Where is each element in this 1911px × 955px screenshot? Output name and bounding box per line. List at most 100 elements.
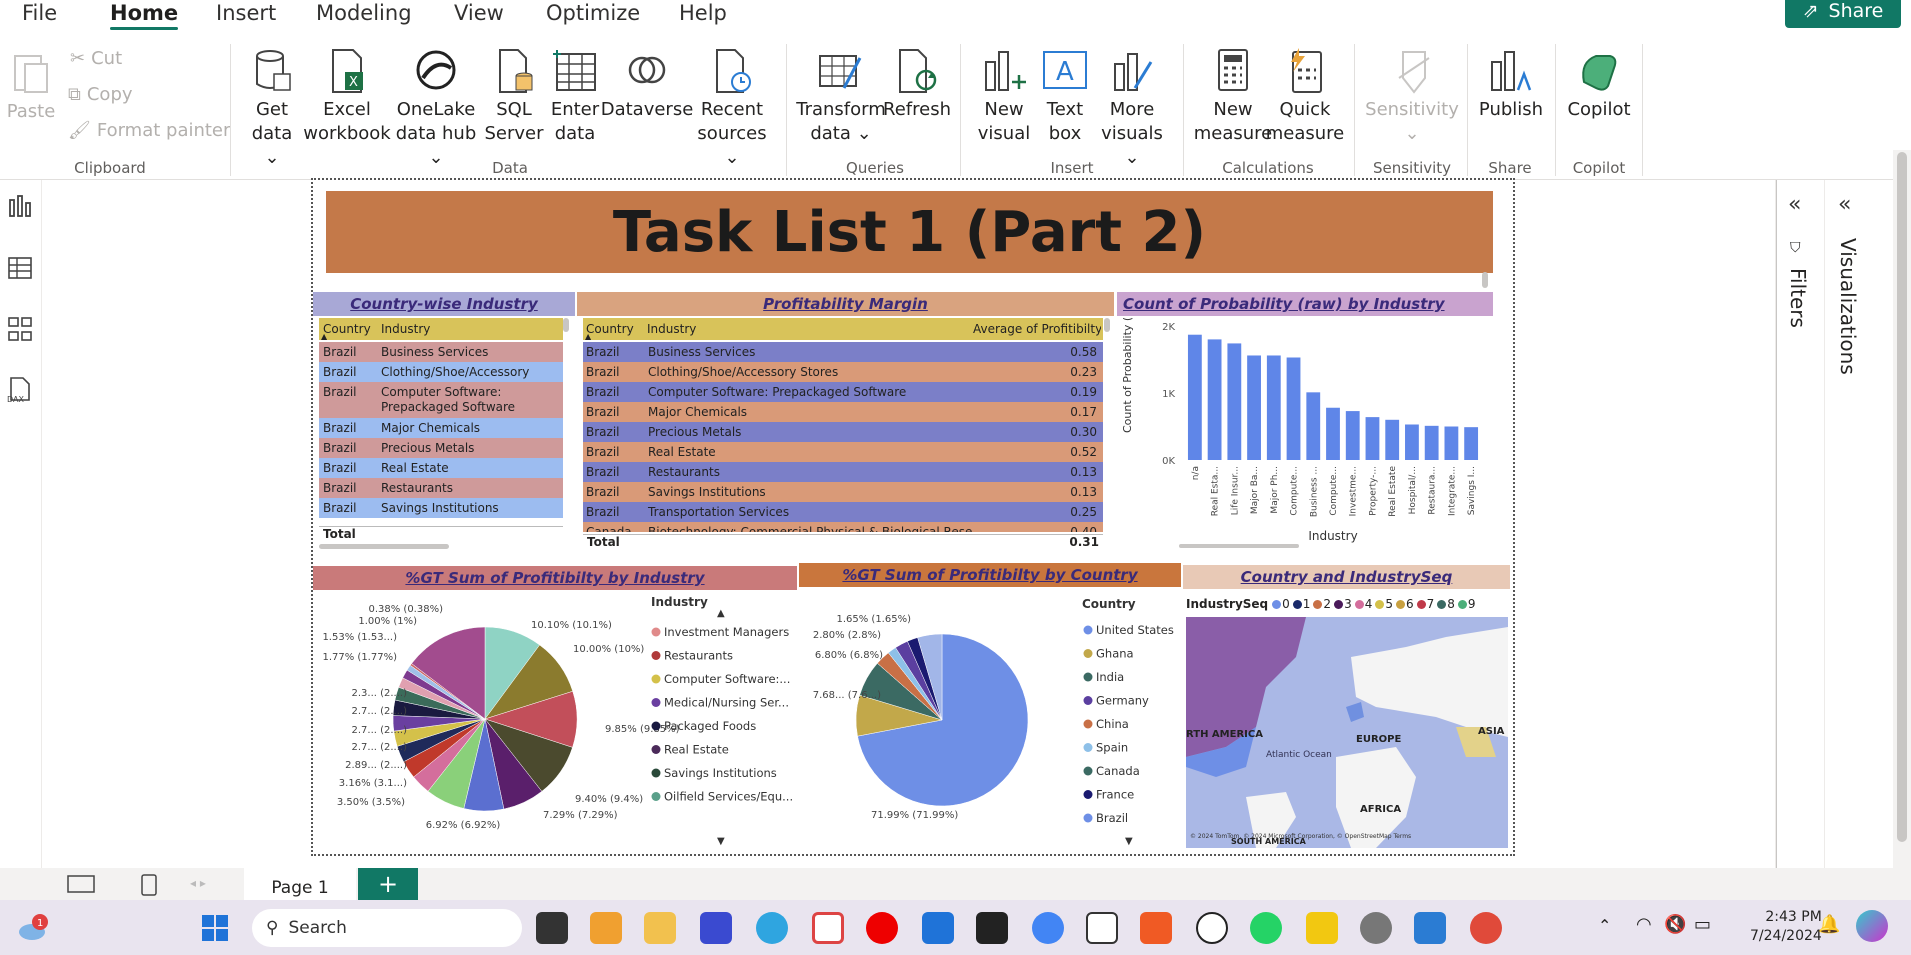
brave-icon[interactable] [1140,912,1172,944]
column-header-country[interactable]: Country [319,322,379,336]
sql-server-button[interactable]: SQL Server [484,48,544,146]
onelake-data-hub-button[interactable]: OneLake data hub ⌄ [390,48,482,170]
paste-button[interactable]: Paste [7,50,55,124]
table-row[interactable]: Brazil Restaurants [319,478,563,498]
model-view-icon[interactable] [7,316,33,342]
vscode-icon[interactable] [922,912,954,944]
column-header-industry[interactable]: Industry [645,322,973,336]
windows-start-icon[interactable] [202,915,230,943]
horizontal-scrollbar[interactable] [1179,544,1299,548]
bar[interactable] [1385,419,1400,460]
jetbrains-icon[interactable] [976,912,1008,944]
menu-file[interactable]: File [22,0,57,26]
sublime-icon[interactable] [590,912,622,944]
mobile-layout-icon[interactable] [140,874,158,896]
chatgpt-icon[interactable] [1196,912,1228,944]
cut-button[interactable]: ✂ Cut [70,48,122,69]
bar[interactable] [1464,427,1479,460]
bar[interactable] [1187,334,1202,460]
battery-icon[interactable]: ▭ [1694,914,1711,935]
legend-item[interactable]: Investment Managers [664,625,789,639]
legend-item[interactable]: United States [1096,623,1174,637]
map-visual[interactable]: RTH AMERICA EUROPE ASIA AFRICA Atlantic … [1186,617,1508,848]
bar[interactable] [1306,392,1321,460]
recent-sources-button[interactable]: Recent sources ⌄ [692,48,772,170]
more-visuals-button[interactable]: More visuals ⌄ [1094,48,1170,170]
table-row[interactable]: Brazil Real Estate [319,458,563,478]
legend-item[interactable]: Computer Software:... [664,672,790,686]
legend-item[interactable]: Medical/Nursing Ser... [664,696,789,710]
map-legend-item[interactable]: 1 [1292,597,1310,611]
map-legend-item[interactable]: 2 [1313,597,1331,611]
column-header-average-profitibilty[interactable]: Average of Profitibilty [973,322,1101,336]
whatsapp-icon[interactable] [1250,912,1282,944]
map-legend-item[interactable]: 5 [1375,597,1393,611]
bar[interactable] [1286,357,1301,460]
map-legend-item[interactable]: 3 [1334,597,1352,611]
bar[interactable] [1207,339,1222,460]
menu-modeling[interactable]: Modeling [316,0,412,26]
dax-query-icon[interactable]: DAX [7,376,33,404]
opera-icon[interactable] [866,912,898,944]
copilot-taskbar-icon[interactable] [1856,910,1888,942]
menu-help[interactable]: Help [679,0,727,26]
table-row[interactable]: Brazil Computer Software: Prepackaged Sof… [319,382,563,418]
text-box-button[interactable]: A Text box [1040,48,1090,146]
copilot-button[interactable]: Copilot [1562,48,1636,122]
legend-item[interactable]: Savings Institutions [664,766,777,780]
table-row[interactable]: Brazil Restaurants 0.13 [583,462,1103,482]
table-row[interactable]: Brazil Transportation Services 0.25 [583,502,1103,522]
format-painter-button[interactable]: 🖌 Format painter [68,120,230,141]
enter-data-button[interactable]: Enter data [548,48,602,146]
legend-item[interactable]: Ghana [1096,647,1134,661]
table-scrollbar[interactable] [1104,318,1110,332]
page-nav-arrows[interactable]: ◂ ▸ [190,876,206,890]
table-row[interactable]: Brazil Computer Software: Prepackaged Sof… [583,382,1103,402]
notification-bell-icon[interactable]: 🔔 [1818,914,1840,935]
bar[interactable] [1365,417,1380,460]
wifi-icon[interactable]: ◠ [1636,914,1652,935]
transform-data-button[interactable]: Transform data ⌄ [796,48,886,146]
table-row[interactable]: Brazil Precious Metals 0.30 [583,422,1103,442]
settings-icon[interactable] [1360,912,1392,944]
horizontal-scrollbar[interactable] [319,544,449,549]
bar[interactable] [1345,411,1360,460]
table-row[interactable]: Brazil Real Estate 0.52 [583,442,1103,462]
table-scrollbar[interactable] [563,318,569,332]
table-row[interactable]: Brazil Savings Institutions [319,498,563,518]
table-row[interactable]: BrazilClothing/Shoe/Accessory Stores [319,362,563,394]
legend-item[interactable]: Packaged Foods [664,719,756,733]
legend-item[interactable]: Restaurants [664,649,733,663]
legend-item[interactable]: Spain [1096,741,1128,755]
editor-icon[interactable] [700,912,732,944]
table-row[interactable]: Brazil Business Services 0.58 [583,342,1103,362]
collapse-visualizations-icon[interactable]: « [1838,192,1851,217]
map-legend-item[interactable]: 8 [1437,597,1455,611]
google-icon[interactable] [1032,912,1064,944]
table-row[interactable]: Brazil Major Chemicals 0.17 [583,402,1103,422]
taskbar-search-box[interactable]: ⚲ Search [252,909,522,947]
table-row[interactable]: Brazil Clothing/Shoe/Accessory Stores 0.23 [583,362,1103,382]
chevron-up-icon[interactable]: ⌃ [1598,916,1611,935]
file-explorer-icon[interactable] [644,912,676,944]
add-page-button[interactable]: + [358,868,418,900]
sensitivity-button[interactable]: Sensitivity ⌄ [1365,48,1459,146]
excel-workbook-button[interactable]: X Excel workbook [303,48,391,146]
new-visual-button[interactable]: New visual [978,48,1030,146]
bar[interactable] [1266,355,1281,460]
quick-measure-button[interactable]: Quick measure [1266,48,1344,146]
map-legend-item[interactable]: 0 [1272,597,1290,611]
column-header-industry[interactable]: Industry [379,322,559,336]
publish-button[interactable]: Publish [1474,48,1548,122]
filters-pane-tab[interactable]: Filters [1786,268,1810,328]
legend-scroll-down-icon[interactable]: ▼ [1125,836,1133,847]
menu-optimize[interactable]: Optimize [546,0,640,26]
bar[interactable] [1247,355,1261,460]
report-view-icon[interactable] [7,194,33,220]
legend-scroll-up-icon[interactable]: ▲ [717,608,725,619]
map-legend-item[interactable]: 6 [1395,597,1414,611]
table-view-icon[interactable] [7,255,33,281]
menu-view[interactable]: View [454,0,504,26]
dataverse-button[interactable]: Dataverse [601,48,693,122]
new-measure-button[interactable]: New measure [1194,48,1272,146]
